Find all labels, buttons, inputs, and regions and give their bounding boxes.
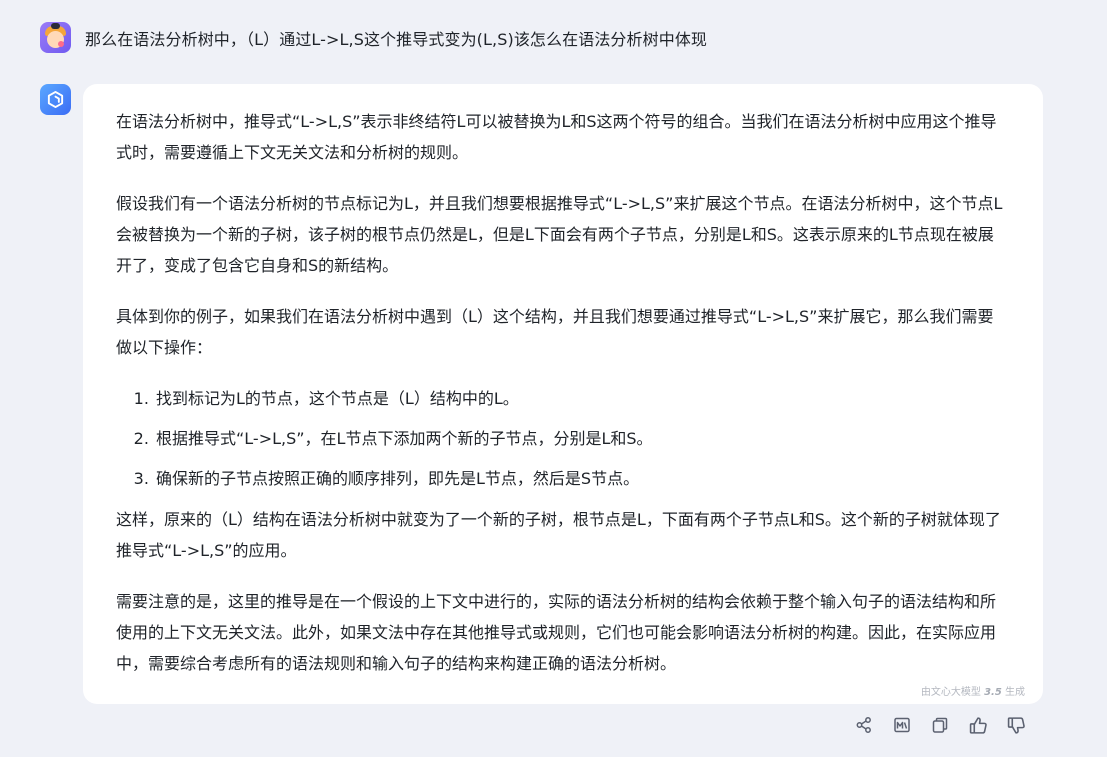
answer-paragraph: 在语法分析树中，推导式“L->L,S”表示非终结符L可以被替换为L和S这两个符号… xyxy=(116,112,997,162)
bot-answer-content: 在语法分析树中，推导式“L->L,S”表示非终结符L可以被替换为L和S这两个符号… xyxy=(116,106,1006,699)
user-avatar-icon xyxy=(40,22,71,53)
user-question-text: 那么在语法分析树中，（L）通过L->L,S这个推导式变为(L,S)该怎么在语法分… xyxy=(85,29,708,49)
thumbs-down-icon[interactable] xyxy=(1004,713,1028,737)
bot-avatar-icon xyxy=(40,84,71,115)
step-item: 确保新的子节点按照正确的顺序排列，即先是L节点，然后是S节点。 xyxy=(154,463,1006,494)
copy-icon[interactable] xyxy=(928,713,952,737)
share-icon[interactable] xyxy=(852,713,876,737)
step-item: 根据推导式“L->L,S”，在L节点下添加两个新的子节点，分别是L和S。 xyxy=(154,423,1006,454)
user-message: 那么在语法分析树中，（L）通过L->L,S这个推导式变为(L,S)该怎么在语法分… xyxy=(40,22,707,53)
watermark-suffix: 生成 xyxy=(1005,687,1025,698)
answer-paragraph: 具体到你的例子，如果我们在语法分析树中遇到（L）这个结构，并且我们想要通过推导式… xyxy=(116,307,994,357)
answer-actions xyxy=(852,713,1028,737)
watermark-prefix: 由文心大模型 xyxy=(920,687,981,698)
steps-list: 找到标记为L的节点，这个节点是（L）结构中的L。 根据推导式“L->L,S”，在… xyxy=(116,383,1006,494)
bot-answer-card: 在语法分析树中，推导式“L->L,S”表示非终结符L可以被替换为L和S这两个符号… xyxy=(83,84,1043,704)
generated-by-watermark: 由文心大模型 3.5 生成 xyxy=(921,683,1025,698)
answer-paragraph: 假设我们有一个语法分析树的节点标记为L，并且我们想要根据推导式“L->L,S”来… xyxy=(116,194,1003,275)
thumbs-up-icon[interactable] xyxy=(966,713,990,737)
watermark-version: 3.5 xyxy=(984,687,1002,698)
answer-paragraph: 这样，原来的（L）结构在语法分析树中就变为了一个新的子树，根节点是L，下面有两个… xyxy=(116,510,1001,560)
answer-paragraph: 需要注意的是，这里的推导是在一个假设的上下文中进行的，实际的语法分析树的结构会依… xyxy=(116,592,997,673)
image-icon[interactable] xyxy=(890,713,914,737)
step-item: 找到标记为L的节点，这个节点是（L）结构中的L。 xyxy=(154,383,1006,414)
